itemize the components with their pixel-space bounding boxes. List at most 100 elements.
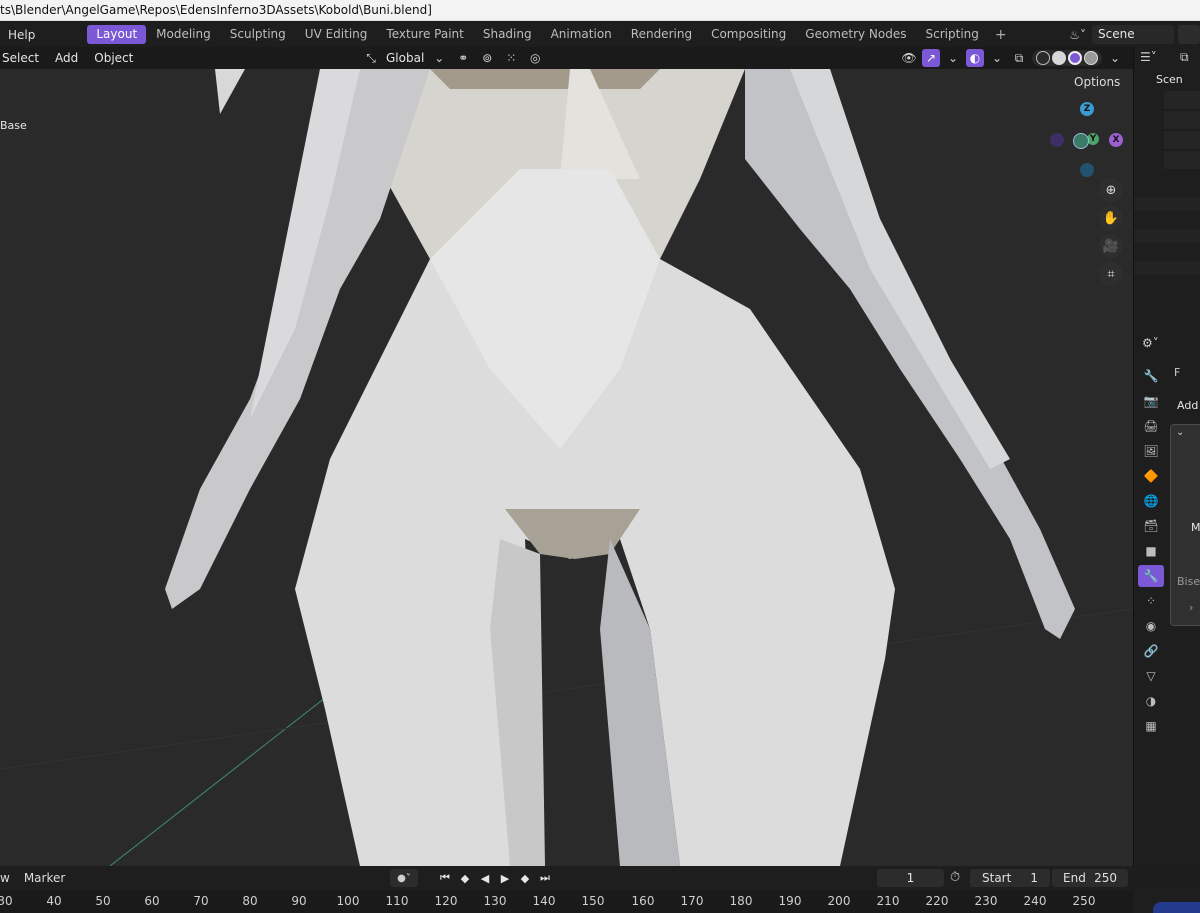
help-menu[interactable]: Help	[0, 28, 43, 42]
add-modifier-button[interactable]: Add	[1177, 399, 1198, 412]
overlay-toggle-icon[interactable]: ◐	[966, 49, 984, 67]
ruler-tick: 30	[0, 894, 13, 908]
gizmo-center[interactable]	[1073, 133, 1089, 149]
scene-icon[interactable]: ♨˅	[1069, 28, 1086, 42]
display-mode-icon[interactable]: ⧉	[1180, 50, 1189, 65]
ruler-tick: 120	[434, 894, 458, 908]
end-frame-field[interactable]: End 250	[1052, 869, 1128, 887]
tab-animation[interactable]: Animation	[542, 25, 621, 44]
chevron-down-icon[interactable]: ⌄	[1176, 427, 1184, 438]
start-frame-field[interactable]: Start 1	[970, 869, 1050, 887]
ruler-tick: 90	[291, 894, 307, 908]
chevron-down-icon[interactable]: ⌄	[988, 49, 1006, 67]
orientation-icon: ⤡	[366, 50, 376, 65]
modifier-panel[interactable]: ⌄ M Bisec ›	[1170, 424, 1200, 626]
next-keyframe-icon[interactable]: ◆	[516, 869, 534, 887]
tab-texture-paint[interactable]: Texture Paint	[377, 25, 472, 44]
chevron-down-icon[interactable]: ⌄	[944, 49, 962, 67]
gizmo-negative-z[interactable]	[1080, 163, 1094, 177]
outliner-row[interactable]	[1164, 91, 1200, 109]
gizmo-negative-x[interactable]	[1050, 133, 1064, 147]
pivot-icon[interactable]: ⚭	[454, 49, 472, 67]
properties-editor-icon[interactable]: ⚙˅	[1142, 336, 1159, 350]
object-tab-icon[interactable]: ■	[1138, 540, 1164, 562]
material-tab-icon[interactable]: ◑	[1138, 690, 1164, 712]
auto-keying-toggle[interactable]: ●˅	[390, 869, 418, 887]
tab-modeling[interactable]: Modeling	[147, 25, 220, 44]
outliner-row[interactable]	[1164, 131, 1200, 149]
menu-object[interactable]: Object	[92, 51, 141, 65]
play-icon[interactable]: ▶	[496, 869, 514, 887]
editor-type-icon[interactable]: ☰˅	[1140, 50, 1157, 64]
scene-selector: ♨˅ Scene	[1069, 22, 1200, 47]
add-workspace-button[interactable]: +	[989, 27, 1013, 43]
world-tab-icon[interactable]: 🌐	[1138, 490, 1164, 512]
chevron-down-icon[interactable]: ⌄	[430, 49, 448, 67]
end-label: End	[1063, 871, 1086, 885]
jump-start-icon[interactable]: ⏮	[436, 869, 454, 887]
render-tab-icon[interactable]: 📷	[1138, 390, 1164, 412]
modifier-tab-icon[interactable]: 🔧	[1138, 565, 1164, 587]
chevron-right-icon[interactable]: ›	[1189, 601, 1193, 614]
menu-add[interactable]: Add	[53, 51, 86, 65]
gizmo-x-axis[interactable]: X	[1109, 133, 1123, 147]
new-scene-button[interactable]	[1178, 25, 1200, 44]
viewport-shading-controls: 👁 ↗ ⌄ ◐ ⌄ ⧉ ⌄	[900, 47, 1124, 69]
tab-uv-editing[interactable]: UV Editing	[296, 25, 377, 44]
gizmo-toggle-icon[interactable]: ↗	[922, 49, 940, 67]
data-tab-icon[interactable]: ▽	[1138, 665, 1164, 687]
bisect-label: Bisec	[1177, 575, 1200, 588]
view-layer-tab-icon[interactable]: 🖼	[1138, 440, 1164, 462]
jump-end-icon[interactable]: ⏭	[536, 869, 554, 887]
chevron-down-icon[interactable]: ⌄	[1106, 49, 1124, 67]
tab-layout[interactable]: Layout	[87, 25, 147, 44]
properties-tabs: 🔧 📷 🖨 🖼 🔶 🌐 🗃 ■ 🔧 ⁘ ◉ 🔗 ▽ ◑ ▦	[1138, 365, 1166, 740]
tab-scripting[interactable]: Scripting	[917, 25, 988, 44]
menu-view[interactable]: w	[0, 871, 10, 885]
tab-shading[interactable]: Shading	[474, 25, 541, 44]
ruler-tick: 80	[242, 894, 258, 908]
snap-icon[interactable]: ⊚	[478, 49, 496, 67]
perspective-grid-icon[interactable]: ⌗	[1099, 262, 1123, 286]
ruler-tick: 100	[336, 894, 360, 908]
wireframe-shading-icon[interactable]	[1036, 51, 1050, 65]
play-reverse-icon[interactable]: ◀	[476, 869, 494, 887]
timeline-ruler[interactable]: 30 40 50 60 70 80 90 100 110 120 130 140…	[0, 890, 1200, 913]
camera-icon[interactable]: 🎥	[1099, 234, 1123, 258]
menu-select[interactable]: Select	[0, 51, 47, 65]
scene-name-field[interactable]: Scene	[1092, 25, 1174, 44]
visibility-icon[interactable]: 👁	[900, 49, 918, 67]
texture-tab-icon[interactable]: ▦	[1138, 715, 1164, 737]
material-shading-icon[interactable]	[1068, 51, 1082, 65]
tab-sculpting[interactable]: Sculpting	[221, 25, 295, 44]
window-title-bar: ts\Blender\AngelGame\Repos\EdensInferno3…	[0, 0, 1200, 21]
tab-rendering[interactable]: Rendering	[622, 25, 701, 44]
gizmo-z-axis[interactable]: Z	[1080, 102, 1094, 116]
options-dropdown[interactable]: Options	[1066, 73, 1129, 91]
clock-icon[interactable]: ⏱	[950, 870, 960, 885]
3d-viewport[interactable]: Base Options Z X Y ⊕ ✋ 🎥 ⌗	[0, 69, 1133, 866]
proportional-edit-icon[interactable]: ◎	[526, 49, 544, 67]
collection-tab-icon[interactable]: 🗃	[1138, 515, 1164, 537]
scene-tab-icon[interactable]: 🔶	[1138, 465, 1164, 487]
constraints-tab-icon[interactable]: 🔗	[1138, 640, 1164, 662]
current-frame-field[interactable]: 1	[877, 869, 944, 887]
prev-keyframe-icon[interactable]: ◆	[456, 869, 474, 887]
physics-tab-icon[interactable]: ◉	[1138, 615, 1164, 637]
orientation-dropdown[interactable]: Global	[386, 51, 424, 65]
modifier-label: M	[1191, 521, 1200, 534]
outliner-row[interactable]	[1164, 111, 1200, 129]
xray-toggle-icon[interactable]: ⧉	[1010, 49, 1028, 67]
output-tab-icon[interactable]: 🖨	[1138, 415, 1164, 437]
particles-tab-icon[interactable]: ⁘	[1138, 590, 1164, 612]
pan-hand-icon[interactable]: ✋	[1099, 206, 1123, 230]
solid-shading-icon[interactable]	[1052, 51, 1066, 65]
menu-marker[interactable]: Marker	[24, 871, 65, 885]
rendered-shading-icon[interactable]	[1084, 51, 1098, 65]
tool-tab-icon[interactable]: 🔧	[1138, 365, 1164, 387]
outliner-row[interactable]	[1164, 151, 1200, 169]
tab-geometry-nodes[interactable]: Geometry Nodes	[796, 25, 915, 44]
snap-grid-icon[interactable]: ⁙	[502, 49, 520, 67]
tab-compositing[interactable]: Compositing	[702, 25, 795, 44]
zoom-icon[interactable]: ⊕	[1099, 178, 1123, 202]
